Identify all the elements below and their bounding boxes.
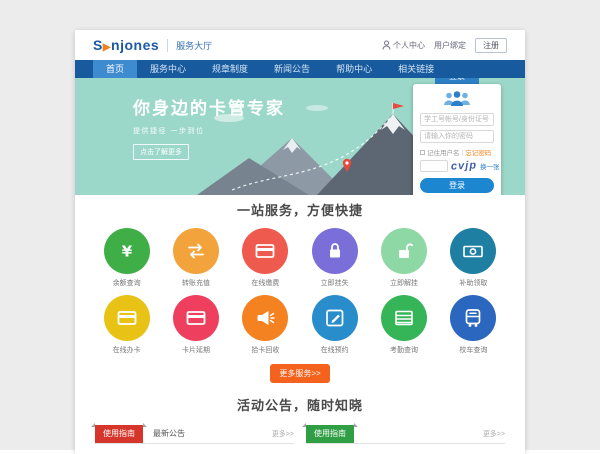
personal-center-link[interactable]: 个人中心	[382, 40, 425, 51]
transfer-arrows-icon[interactable]	[173, 228, 219, 274]
users-group-icon	[420, 90, 494, 109]
captcha-row: cvjp 换一张	[420, 160, 494, 172]
service-item-subsidy[interactable]: 补助领取	[439, 228, 508, 288]
service-item-cancel-loss[interactable]: 立即解挂	[369, 228, 438, 288]
page-background: S▶njones 服务大厅 个人中心 用户绑定 注册 首页 服务中心 规章制度 …	[0, 0, 600, 450]
service-label: 立即解挂	[369, 278, 438, 288]
service-item-transfer[interactable]: 转账充值	[161, 228, 230, 288]
logo[interactable]: S▶njones	[93, 37, 159, 53]
username-input[interactable]	[420, 113, 494, 126]
card-extend-icon[interactable]	[173, 295, 219, 341]
logo-text-2: njones	[111, 37, 159, 53]
logo-arrow-icon: ▶	[103, 42, 111, 53]
service-item-apply-card[interactable]: 在线办卡	[92, 295, 161, 355]
service-label: 在线缴费	[231, 278, 300, 288]
payment-card-icon[interactable]	[242, 228, 288, 274]
service-label: 拾卡回收	[231, 345, 300, 355]
service-label: 校车查询	[439, 345, 508, 355]
service-label: 余额查询	[92, 278, 161, 288]
login-submit-button[interactable]: 登录	[420, 178, 494, 193]
attendance-list-icon[interactable]	[381, 295, 427, 341]
announcement-panel-left: 使用指南 最新公告 更多>>	[95, 423, 294, 444]
banknote-icon[interactable]	[450, 228, 496, 274]
nav-item-rules[interactable]: 规章制度	[199, 60, 261, 78]
captcha-input[interactable]	[420, 160, 448, 172]
service-item-attendance[interactable]: 考勤查询	[369, 295, 438, 355]
site-header: S▶njones 服务大厅 个人中心 用户绑定 注册	[75, 30, 525, 60]
login-panel: 登录 记住用户名 | 忘记密码	[413, 78, 501, 195]
more-link-left[interactable]: 更多>>	[272, 429, 294, 443]
hero-cta-button[interactable]: 点击了解更多	[133, 144, 189, 160]
header-links: 个人中心 用户绑定 注册	[382, 38, 507, 53]
services-grid: ¥ 余额查询 转账充值 在线缴费 立即挂失 立即解挂 补助领取 在线办卡 卡片延期…	[92, 228, 508, 355]
tab-usage-guide-right[interactable]: 使用指南	[306, 425, 354, 443]
service-item-report-loss[interactable]: 立即挂失	[300, 228, 369, 288]
tab-usage-guide-left[interactable]: 使用指南	[95, 425, 143, 443]
service-label: 立即挂失	[300, 278, 369, 288]
megaphone-icon[interactable]	[242, 295, 288, 341]
service-label: 卡片延期	[161, 345, 230, 355]
service-item-card-recycle[interactable]: 拾卡回收	[231, 295, 300, 355]
announcements-title: 活动公告，随时知晓	[75, 395, 525, 414]
nav-item-help[interactable]: 帮助中心	[323, 60, 385, 78]
service-item-card-extend[interactable]: 卡片延期	[161, 295, 230, 355]
captcha-image: cvjp	[451, 159, 478, 172]
hero-banner: 你身边的卡管专家 提供捷径 一步到位 点击了解更多	[75, 78, 525, 195]
user-bind-label: 用户绑定	[434, 40, 466, 51]
remember-checkbox[interactable]	[420, 150, 425, 155]
website: S▶njones 服务大厅 个人中心 用户绑定 注册 首页 服务中心 规章制度 …	[75, 30, 525, 454]
unlock-icon[interactable]	[381, 228, 427, 274]
forgot-password-link[interactable]: 忘记密码	[465, 147, 491, 157]
login-form: 记住用户名 | 忘记密码 cvjp 换一张 登录	[413, 84, 501, 195]
more-link-right[interactable]: 更多>>	[483, 429, 505, 443]
captcha-refresh-link[interactable]: 换一张	[480, 161, 500, 171]
balance-yuan-icon[interactable]: ¥	[104, 228, 150, 274]
nav-item-links[interactable]: 相关链接	[385, 60, 447, 78]
service-label: 考勤查询	[369, 345, 438, 355]
hero-subtitle: 提供捷径 一步到位	[133, 126, 285, 136]
nav-item-news[interactable]: 新闻公告	[261, 60, 323, 78]
register-button[interactable]: 注册	[475, 38, 507, 53]
more-services-button[interactable]: 更多服务>>	[270, 364, 329, 383]
announcements-section: 活动公告，随时知晓 使用指南 最新公告 更多>> 使用指南 更多>>	[75, 383, 525, 444]
hero-title: 你身边的卡管专家	[133, 94, 285, 119]
bus-icon[interactable]	[450, 295, 496, 341]
hero-text: 你身边的卡管专家 提供捷径 一步到位 点击了解更多	[133, 94, 285, 160]
personal-center-label: 个人中心	[393, 40, 425, 51]
service-item-pay-online[interactable]: 在线缴费	[231, 228, 300, 288]
service-label: 转账充值	[161, 278, 230, 288]
announcement-panel-right: 使用指南 更多>>	[306, 423, 505, 444]
main-nav: 首页 服务中心 规章制度 新闻公告 帮助中心 相关链接	[75, 60, 525, 78]
tab-latest-news[interactable]: 最新公告	[153, 428, 185, 443]
lock-icon[interactable]	[312, 228, 358, 274]
services-section: 一站服务，方便快捷 ¥ 余额查询 转账充值 在线缴费 立即挂失 立即解挂 补助领取…	[75, 195, 525, 383]
site-subtitle: 服务大厅	[167, 39, 212, 52]
nav-item-service-center[interactable]: 服务中心	[137, 60, 199, 78]
service-label: 补助领取	[439, 278, 508, 288]
service-label: 在线办卡	[92, 345, 161, 355]
remember-label: 记住用户名	[427, 147, 460, 157]
edit-pencil-icon[interactable]	[312, 295, 358, 341]
user-bind-link[interactable]: 用户绑定	[434, 40, 466, 51]
password-input[interactable]	[420, 130, 494, 143]
divider: |	[462, 149, 464, 156]
user-icon	[382, 40, 391, 50]
svg-text:¥: ¥	[121, 243, 132, 261]
service-item-balance[interactable]: ¥ 余额查询	[92, 228, 161, 288]
services-title: 一站服务，方便快捷	[75, 200, 525, 219]
remember-row: 记住用户名 | 忘记密码	[420, 147, 494, 157]
new-card-icon[interactable]	[104, 295, 150, 341]
nav-item-home[interactable]: 首页	[93, 60, 137, 78]
service-label: 在线预约	[300, 345, 369, 355]
service-item-reservation[interactable]: 在线预约	[300, 295, 369, 355]
logo-text-1: S	[93, 37, 103, 53]
announcement-tabs: 使用指南 最新公告 更多>> 使用指南 更多>>	[95, 423, 505, 444]
service-item-school-bus[interactable]: 校车查询	[439, 295, 508, 355]
